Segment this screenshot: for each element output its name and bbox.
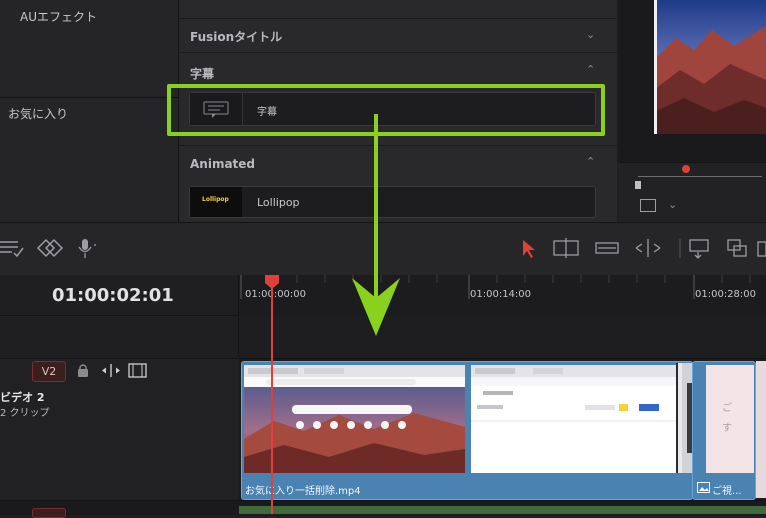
chevron-down-icon[interactable]: ⌄ xyxy=(586,28,595,41)
auto-select-icon[interactable] xyxy=(100,363,122,378)
overwrite-clip-icon[interactable] xyxy=(727,239,747,257)
lock-icon[interactable] xyxy=(76,363,90,378)
timecode-display: 01:00:02:01 xyxy=(52,285,174,306)
selection-arrow-icon[interactable] xyxy=(523,240,535,258)
divider xyxy=(179,18,617,19)
linked-selection-icon[interactable] xyxy=(36,238,64,258)
playhead-handle[interactable] xyxy=(264,274,280,290)
arrow-down-icon xyxy=(352,114,400,336)
svg-text:ご: ご xyxy=(722,401,732,414)
ruler-label: 01:00:00:00 xyxy=(245,289,307,300)
effect-item-label: Lollipop xyxy=(257,196,300,209)
dynamic-trim-icon[interactable] xyxy=(635,239,661,257)
track-clip-count: 2 クリップ xyxy=(0,408,50,419)
clip-thumbnail xyxy=(244,365,465,473)
list-check-icon[interactable] xyxy=(0,241,24,258)
insert-clip-icon[interactable] xyxy=(679,239,709,259)
section-fusion-titles[interactable]: Fusionタイトル xyxy=(190,28,282,45)
track-badge[interactable]: V2 xyxy=(32,361,66,382)
category-au-effects[interactable]: AUエフェクト xyxy=(20,8,97,25)
category-favorites[interactable]: お気に入り xyxy=(8,105,68,122)
divider xyxy=(0,97,178,98)
viewer-controls xyxy=(618,162,766,223)
timeline-empty-area xyxy=(239,315,766,357)
blade-icon[interactable] xyxy=(595,242,619,254)
scrubber-handle[interactable] xyxy=(635,181,641,189)
clip-label: ご視... xyxy=(712,486,742,497)
transform-icon[interactable] xyxy=(640,199,656,212)
ruler-label: 01:00:14:00 xyxy=(470,289,532,300)
trim-edit-icon[interactable] xyxy=(553,238,579,258)
viewer-image xyxy=(654,0,766,134)
timeline-clip[interactable] xyxy=(239,506,766,514)
replace-clip-icon[interactable] xyxy=(757,241,766,257)
effect-thumbnail: Lollipop xyxy=(190,187,242,217)
film-strip-icon[interactable] xyxy=(128,363,148,378)
clip-thumbnail: ご す xyxy=(706,365,754,473)
toolbar-right-icons xyxy=(523,238,766,259)
toolbar-left-icons xyxy=(0,238,96,258)
viewer-scrubber[interactable] xyxy=(638,176,762,177)
section-animated[interactable]: Animated xyxy=(190,157,255,171)
chevron-up-icon[interactable]: ⌃ xyxy=(586,155,595,168)
divider xyxy=(0,315,238,316)
viewer-playhead[interactable] xyxy=(682,165,690,173)
chevron-down-icon[interactable]: ⌄ xyxy=(668,198,677,211)
track-badge[interactable] xyxy=(32,508,66,518)
section-subtitles[interactable]: 字幕 xyxy=(190,65,214,82)
clip-edge xyxy=(756,361,766,498)
divider xyxy=(179,52,617,53)
clip-label: お気に入り一括削除.mp4 xyxy=(245,486,361,497)
svg-text:す: す xyxy=(722,422,732,434)
chevron-up-icon[interactable]: ⌃ xyxy=(586,63,595,76)
ruler-label: 01:00:28:00 xyxy=(695,289,757,300)
clip-thumbnail xyxy=(471,365,676,473)
image-icon xyxy=(697,482,710,493)
track-name[interactable]: ビデオ 2 xyxy=(0,389,44,405)
microphone-icon[interactable] xyxy=(78,239,96,258)
playhead-line[interactable] xyxy=(271,282,273,514)
